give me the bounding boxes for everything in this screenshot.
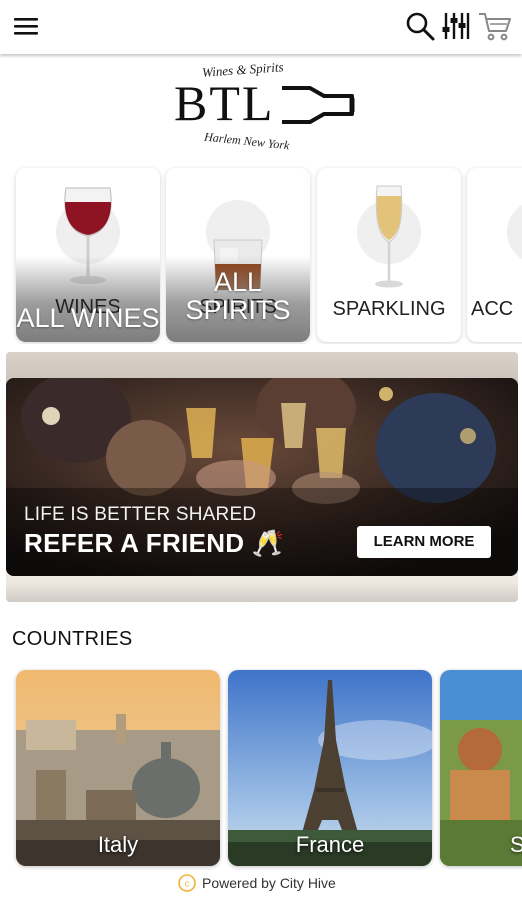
country-card-italy[interactable]: Italy	[16, 670, 220, 866]
top-bar	[0, 0, 522, 54]
champagne-flute-icon	[349, 182, 429, 292]
category-label: SPARKLING	[332, 298, 446, 320]
search-icon[interactable]	[404, 10, 436, 42]
countries-heading: COUNTRIES	[12, 628, 133, 650]
category-overlay-label: ALL WINES	[16, 303, 160, 333]
country-name: France	[295, 832, 365, 857]
country-card-spain[interactable]: S	[440, 670, 522, 866]
filter-icon[interactable]	[440, 10, 472, 42]
logo-location: Harlem New York	[203, 129, 291, 153]
category-card-spirits[interactable]: SPIRITS ALL SPIRITS	[166, 168, 310, 342]
country-name: Italy	[97, 832, 139, 857]
country-card-france[interactable]: France	[228, 670, 432, 866]
category-overlay-label: ALL SPIRITS	[185, 267, 291, 326]
store-logo[interactable]: Wines & Spirits BTL Harlem New York	[170, 58, 360, 158]
category-carousel[interactable]: WINES ALL WINES SPIRITS ALL SPIRITS SPAR…	[0, 166, 522, 344]
logo-wordmark: BTL	[174, 75, 275, 131]
countries-carousel[interactable]: Italy France S	[0, 668, 522, 870]
category-card-accessories[interactable]: ACC	[467, 168, 522, 342]
learn-more-button[interactable]: LEARN MORE	[357, 526, 491, 558]
banner-title: REFER A FRIEND 🥂	[24, 528, 285, 558]
category-card-wines[interactable]: WINES ALL WINES	[16, 168, 160, 342]
bottle-icon	[280, 84, 360, 124]
powered-by-text: Powered by City Hive	[202, 875, 336, 891]
refer-a-friend-banner[interactable]: LIFE IS BETTER SHARED REFER A FRIEND 🥂 L…	[6, 378, 518, 576]
category-label: ACC	[471, 298, 514, 320]
svg-text:c: c	[185, 879, 190, 889]
powered-by[interactable]: c Powered by City Hive	[178, 873, 336, 893]
menu-icon[interactable]	[12, 13, 40, 39]
cart-icon[interactable]	[477, 10, 513, 42]
banner-kicker: LIFE IS BETTER SHARED	[24, 504, 257, 525]
promo-banner-area: LIFE IS BETTER SHARED REFER A FRIEND 🥂 L…	[6, 352, 518, 602]
category-card-sparkling[interactable]: SPARKLING	[317, 168, 461, 342]
country-name: S	[510, 832, 522, 857]
city-hive-logo-icon: c	[178, 874, 196, 892]
